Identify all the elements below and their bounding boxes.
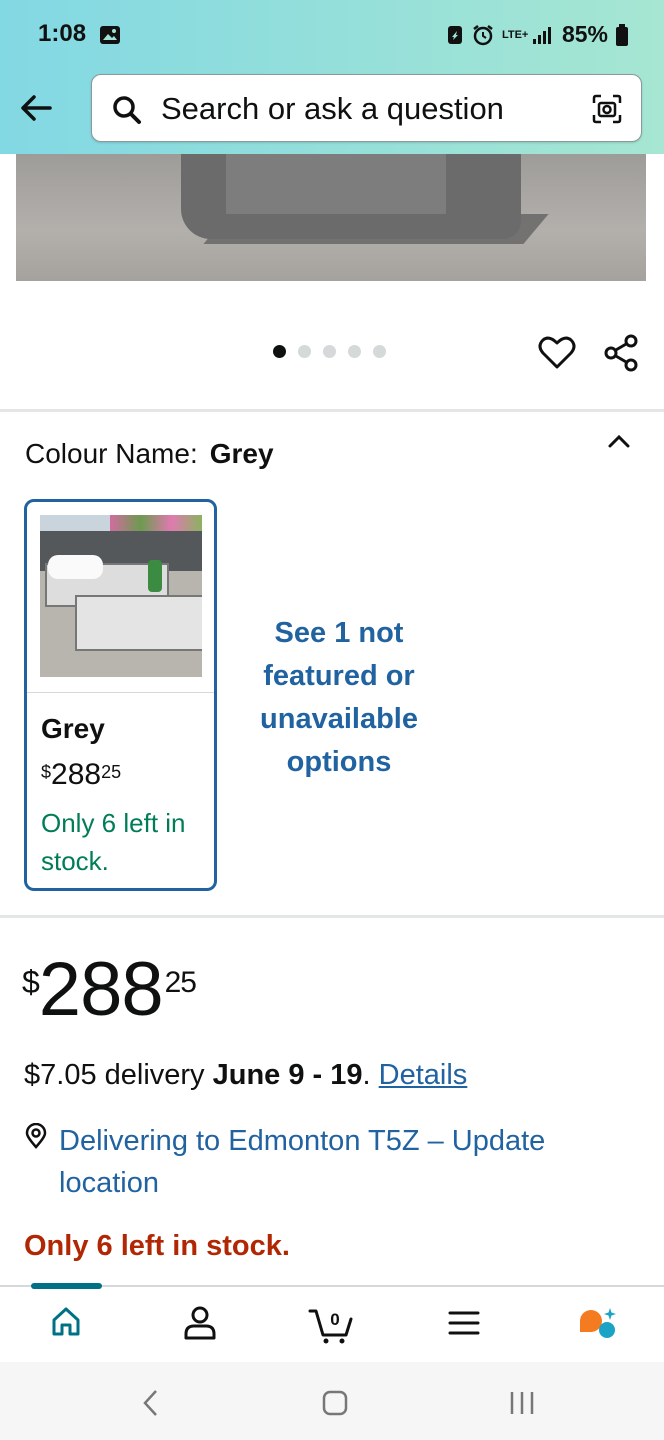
card-separator	[27, 692, 214, 693]
colour-option-stock: Only 6 left in stock.	[41, 808, 186, 876]
search-icon	[113, 96, 141, 124]
data-saver-icon	[447, 25, 462, 44]
menu-icon[interactable]	[447, 1309, 481, 1337]
delivery-dot: .	[362, 1059, 371, 1091]
active-tab-indicator	[31, 1283, 102, 1289]
account-icon[interactable]	[183, 1305, 217, 1341]
see-unavailable-options-link[interactable]: See 1 not featured or unavailable option…	[244, 612, 434, 784]
stock-warning: Only 6 left in stock.	[24, 1230, 290, 1262]
delivery-location-link[interactable]: Delivering to Edmonton T5Z – Update loca…	[59, 1120, 619, 1204]
delivery-info: $7.05 delivery June 9 - 19. Details	[24, 1059, 467, 1092]
search-bar[interactable]: Search or ask a question	[91, 74, 642, 142]
thumb-towel	[48, 555, 103, 579]
image-step-panel	[226, 154, 446, 214]
network-type: LTE+	[501, 28, 529, 41]
system-home-icon[interactable]	[321, 1389, 349, 1417]
carousel-dot	[273, 345, 286, 358]
option-price-currency: $	[41, 761, 52, 782]
image-carousel-dots	[273, 345, 386, 358]
status-bar: 1:08 LTE+ 85%	[0, 0, 664, 70]
section-divider	[0, 915, 664, 918]
alarm-icon	[473, 24, 493, 45]
colour-option-name: Grey	[41, 713, 105, 744]
back-arrow-icon[interactable]	[16, 88, 56, 128]
colour-name-label: Colour Name: Grey	[25, 438, 274, 470]
price-whole: 288	[38, 947, 164, 1032]
price-fraction: 25	[164, 966, 197, 999]
system-nav-bar	[0, 1362, 664, 1440]
camera-lens-icon[interactable]	[591, 93, 623, 125]
status-time: 1:08	[38, 20, 87, 47]
delivery-details-link[interactable]: Details	[379, 1059, 468, 1091]
location-pin-icon	[25, 1123, 47, 1149]
share-icon[interactable]	[603, 334, 639, 372]
bottom-nav: 0	[0, 1283, 664, 1364]
option-price-fraction: 25	[101, 761, 122, 782]
carousel-dot	[348, 345, 361, 358]
product-price: $28825	[22, 946, 197, 1033]
colour-option-price: $28825	[41, 758, 121, 792]
product-image[interactable]	[16, 154, 646, 281]
top-header: Search or ask a question	[0, 70, 664, 154]
thumb-bottle	[148, 560, 162, 592]
price-currency: $	[22, 964, 40, 1000]
cart-icon[interactable]: 0	[308, 1305, 354, 1345]
thumb-step-lower	[75, 595, 202, 651]
home-icon[interactable]	[49, 1305, 83, 1339]
delivery-dates: June 9 - 19	[212, 1059, 363, 1091]
search-input[interactable]: Search or ask a question	[161, 91, 504, 127]
battery-percent: 85%	[561, 21, 608, 47]
rufus-assistant-icon[interactable]	[576, 1305, 618, 1341]
colour-label-text: Colour Name:	[25, 438, 198, 469]
gallery-notification-icon	[100, 26, 120, 44]
carousel-dot	[373, 345, 386, 358]
signal-icon	[532, 26, 551, 44]
colour-option-card[interactable]: Grey $28825 Only 6 left in stock.	[24, 499, 217, 891]
cart-count: 0	[330, 1310, 339, 1329]
system-back-icon[interactable]	[140, 1388, 160, 1418]
system-recents-icon[interactable]	[508, 1390, 536, 1416]
wishlist-heart-icon[interactable]	[538, 334, 576, 370]
carousel-dot	[323, 345, 336, 358]
option-price-whole: 288	[51, 758, 102, 791]
carousel-dot	[298, 345, 311, 358]
delivery-cost: $7.05 delivery	[24, 1059, 205, 1091]
colour-option-thumbnail	[40, 515, 202, 677]
battery-icon	[616, 23, 628, 46]
colour-selected-value: Grey	[209, 438, 274, 469]
chevron-up-icon[interactable]	[606, 430, 632, 452]
section-divider	[0, 409, 664, 412]
